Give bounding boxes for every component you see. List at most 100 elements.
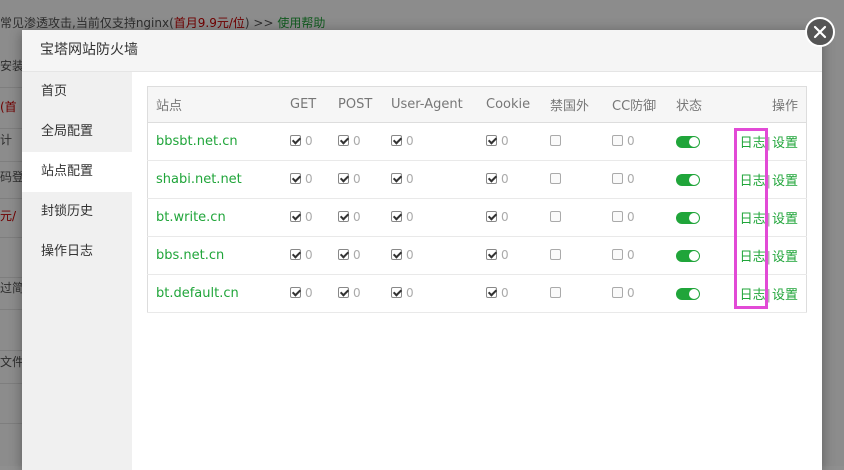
status-toggle[interactable] xyxy=(676,135,700,148)
cookie-count: 0 xyxy=(501,210,509,224)
user-agent-count: 0 xyxy=(406,286,414,300)
user-agent-count: 0 xyxy=(406,134,414,148)
user-agent-checkbox[interactable] xyxy=(391,211,402,222)
log-link[interactable]: 日志 xyxy=(740,212,766,227)
header-site: 站点 xyxy=(147,86,290,123)
close-button[interactable] xyxy=(805,17,835,47)
get-checkbox[interactable] xyxy=(290,249,301,260)
sidebar-item-block-history[interactable]: 封锁历史 xyxy=(22,192,132,232)
log-link[interactable]: 日志 xyxy=(740,136,766,151)
status-toggle[interactable] xyxy=(676,287,700,300)
get-checkbox[interactable] xyxy=(290,211,301,222)
user-agent-count: 0 xyxy=(406,210,414,224)
site-name-link[interactable]: bbs.net.cn xyxy=(156,248,224,263)
header-operation: 操作 xyxy=(731,86,807,123)
cc-defense-checkbox[interactable] xyxy=(612,173,623,184)
sidebar: 首页 全局配置 站点配置 封锁历史 操作日志 xyxy=(22,72,132,470)
settings-link[interactable]: 设置 xyxy=(772,136,798,151)
get-count: 0 xyxy=(305,286,313,300)
cc-defense-checkbox[interactable] xyxy=(612,211,623,222)
cc-count: 0 xyxy=(627,248,635,262)
table-row: bbsbt.net.cn 0 0 0 0 0 日志|设置 xyxy=(147,122,807,161)
cookie-count: 0 xyxy=(501,172,509,186)
post-checkbox[interactable] xyxy=(338,173,349,184)
get-count: 0 xyxy=(305,210,313,224)
cc-defense-checkbox[interactable] xyxy=(612,287,623,298)
header-get: GET xyxy=(290,86,338,123)
log-link[interactable]: 日志 xyxy=(740,174,766,189)
op-separator: | xyxy=(766,174,771,189)
op-separator: | xyxy=(766,288,771,303)
ban-foreign-checkbox[interactable] xyxy=(550,249,561,260)
table-row: bt.write.cn 0 0 0 0 0 日志|设置 xyxy=(147,198,807,237)
cc-count: 0 xyxy=(627,210,635,224)
cookie-checkbox[interactable] xyxy=(486,249,497,260)
post-count: 0 xyxy=(353,286,361,300)
settings-link[interactable]: 设置 xyxy=(772,288,798,303)
firewall-modal: 宝塔网站防火墙 首页 全局配置 站点配置 封锁历史 操作日志 站点 GET PO… xyxy=(22,30,822,470)
sidebar-item-site-config[interactable]: 站点配置 xyxy=(22,152,132,192)
post-checkbox[interactable] xyxy=(338,287,349,298)
get-count: 0 xyxy=(305,172,313,186)
site-table: 站点 GET POST User-Agent Cookie 禁国外 CC防御 状… xyxy=(147,86,807,313)
user-agent-checkbox[interactable] xyxy=(391,173,402,184)
settings-link[interactable]: 设置 xyxy=(772,174,798,189)
post-count: 0 xyxy=(353,210,361,224)
settings-link[interactable]: 设置 xyxy=(772,250,798,265)
settings-link[interactable]: 设置 xyxy=(772,212,798,227)
status-toggle[interactable] xyxy=(676,211,700,224)
cc-count: 0 xyxy=(627,172,635,186)
cookie-checkbox[interactable] xyxy=(486,173,497,184)
header-user-agent: User-Agent xyxy=(391,86,486,123)
table-row: bbs.net.cn 0 0 0 0 0 日志|设置 xyxy=(147,236,807,275)
get-checkbox[interactable] xyxy=(290,135,301,146)
op-separator: | xyxy=(766,212,771,227)
user-agent-checkbox[interactable] xyxy=(391,135,402,146)
cookie-count: 0 xyxy=(501,286,509,300)
table-row: bt.default.cn 0 0 0 0 0 日志|设置 xyxy=(147,274,807,313)
post-checkbox[interactable] xyxy=(338,249,349,260)
get-count: 0 xyxy=(305,248,313,262)
sidebar-item-operation-log[interactable]: 操作日志 xyxy=(22,232,132,272)
site-config-content: 站点 GET POST User-Agent Cookie 禁国外 CC防御 状… xyxy=(147,86,807,313)
post-count: 0 xyxy=(353,172,361,186)
cc-defense-checkbox[interactable] xyxy=(612,135,623,146)
user-agent-count: 0 xyxy=(406,248,414,262)
cookie-checkbox[interactable] xyxy=(486,287,497,298)
cc-defense-checkbox[interactable] xyxy=(612,249,623,260)
site-name-link[interactable]: bbsbt.net.cn xyxy=(156,134,238,149)
site-name-link[interactable]: bt.default.cn xyxy=(156,286,239,301)
get-count: 0 xyxy=(305,134,313,148)
user-agent-checkbox[interactable] xyxy=(391,287,402,298)
status-toggle[interactable] xyxy=(676,249,700,262)
header-post: POST xyxy=(338,86,391,123)
sidebar-item-global-config[interactable]: 全局配置 xyxy=(22,112,132,152)
post-count: 0 xyxy=(353,248,361,262)
close-icon xyxy=(813,25,827,39)
user-agent-checkbox[interactable] xyxy=(391,249,402,260)
post-count: 0 xyxy=(353,134,361,148)
get-checkbox[interactable] xyxy=(290,173,301,184)
table-header-row: 站点 GET POST User-Agent Cookie 禁国外 CC防御 状… xyxy=(147,86,807,123)
table-row: shabi.net.net 0 0 0 0 0 日志|设置 xyxy=(147,160,807,199)
cookie-checkbox[interactable] xyxy=(486,135,497,146)
ban-foreign-checkbox[interactable] xyxy=(550,211,561,222)
log-link[interactable]: 日志 xyxy=(740,250,766,265)
op-separator: | xyxy=(766,250,771,265)
cookie-count: 0 xyxy=(501,134,509,148)
sidebar-item-home[interactable]: 首页 xyxy=(22,72,132,112)
site-name-link[interactable]: shabi.net.net xyxy=(156,172,242,187)
ban-foreign-checkbox[interactable] xyxy=(550,287,561,298)
log-link[interactable]: 日志 xyxy=(740,288,766,303)
header-cc-defense: CC防御 xyxy=(612,86,676,123)
ban-foreign-checkbox[interactable] xyxy=(550,135,561,146)
cookie-checkbox[interactable] xyxy=(486,211,497,222)
ban-foreign-checkbox[interactable] xyxy=(550,173,561,184)
get-checkbox[interactable] xyxy=(290,287,301,298)
header-status: 状态 xyxy=(676,86,731,123)
status-toggle[interactable] xyxy=(676,173,700,186)
post-checkbox[interactable] xyxy=(338,211,349,222)
modal-title: 宝塔网站防火墙 xyxy=(22,30,822,72)
site-name-link[interactable]: bt.write.cn xyxy=(156,210,226,225)
post-checkbox[interactable] xyxy=(338,135,349,146)
